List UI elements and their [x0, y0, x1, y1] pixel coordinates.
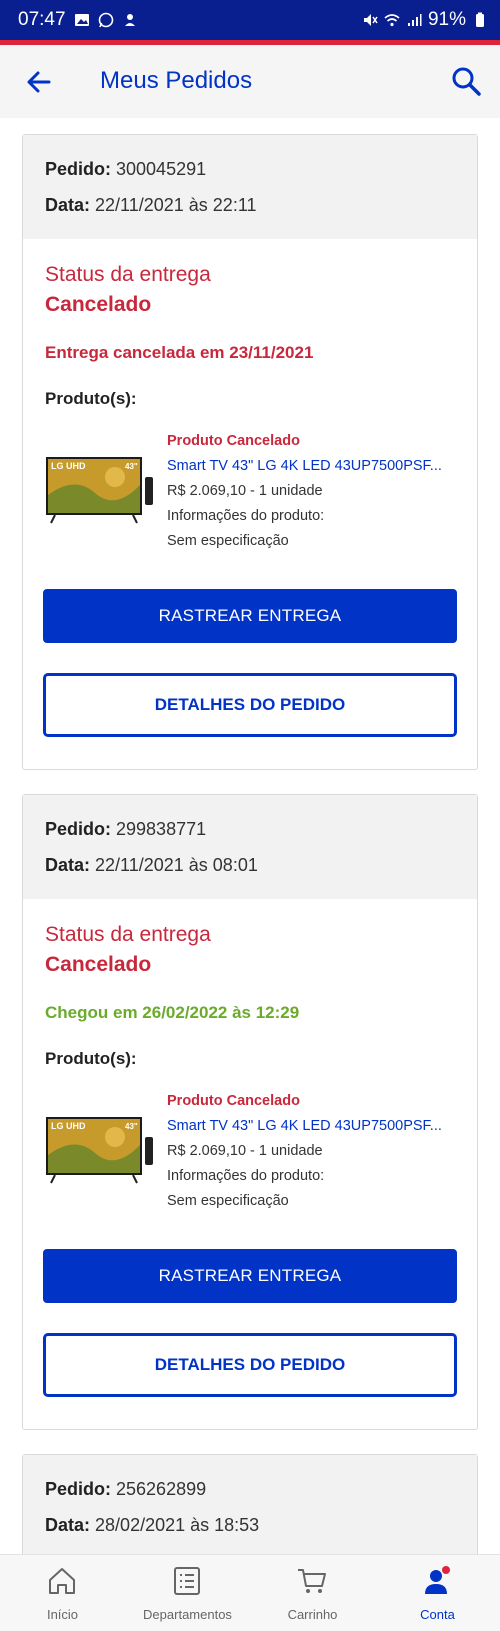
battery-icon	[476, 12, 484, 27]
order-date: 22/11/2021 às 08:01	[95, 855, 258, 875]
order-header: Pedido: 300045291 Data: 22/11/2021 às 22…	[23, 135, 477, 239]
product-info: Produto Cancelado Smart TV 43" LG 4K LED…	[167, 429, 457, 554]
battery-percent: 91%	[427, 9, 466, 30]
delivery-status-value: Cancelado	[45, 953, 152, 976]
order-details-button[interactable]: DETALHES DO PEDIDO	[43, 673, 457, 737]
nav-label: Carrinho	[287, 1607, 338, 1622]
svg-text:43": 43"	[125, 1122, 138, 1131]
order-number-label: Pedido:	[45, 1479, 111, 1499]
status-time: 07:47	[18, 9, 66, 30]
search-icon[interactable]	[450, 65, 482, 97]
order-header: Pedido: 299838771 Data: 22/11/2021 às 08…	[23, 795, 477, 899]
notification-icon	[124, 14, 135, 26]
nav-item-carrinho[interactable]: Carrinho	[250, 1555, 375, 1631]
product-state: Produto Cancelado	[167, 433, 300, 449]
order-date-label: Data:	[45, 855, 91, 875]
wifi-icon	[384, 14, 400, 27]
product-image: LG UHD 43"	[46, 1117, 153, 1184]
svg-text:LG UHD: LG UHD	[51, 1121, 86, 1131]
mute-icon	[363, 14, 378, 26]
nav-item-conta[interactable]: Conta	[375, 1555, 500, 1631]
whatsapp-icon	[98, 12, 113, 28]
track-delivery-button[interactable]: RASTREAR ENTREGA	[43, 589, 457, 643]
order-date-label: Data:	[45, 1515, 91, 1535]
app-bar: Meus Pedidos	[0, 45, 500, 118]
track-delivery-button[interactable]: RASTREAR ENTREGA	[43, 1249, 457, 1303]
gallery-icon	[74, 14, 89, 26]
product-info-label: Informações do produto:	[167, 508, 325, 524]
product-info-value: Sem especificação	[167, 533, 289, 549]
nav-label: Conta	[420, 1607, 455, 1622]
bottom-navigation: Início Departamentos Carrinho Conta	[0, 1554, 500, 1631]
product-state: Produto Cancelado	[167, 1093, 300, 1109]
order-date-label: Data:	[45, 195, 91, 215]
products-label: Produto(s):	[45, 1049, 137, 1068]
product-image: LG UHD 43"	[46, 457, 153, 524]
delivery-status-message: Chegou em 26/02/2022 às 12:29	[45, 1003, 300, 1022]
status-bar: 07:47 91%	[0, 0, 500, 40]
list-icon	[174, 1567, 200, 1595]
product-name-link[interactable]: Smart TV 43" LG 4K LED 43UP7500PSF...	[167, 454, 457, 479]
nav-label: Departamentos	[143, 1607, 232, 1622]
nav-item-departamentos[interactable]: Departamentos	[125, 1555, 250, 1631]
order-number-label: Pedido:	[45, 159, 111, 179]
product-price-qty: R$ 2.069,10 - 1 unidade	[167, 483, 323, 499]
product-info-label: Informações do produto:	[167, 1168, 325, 1184]
order-date: 22/11/2021 às 22:11	[95, 195, 257, 215]
product-info-value: Sem especificação	[167, 1193, 289, 1209]
home-icon	[49, 1568, 75, 1594]
order-number-label: Pedido:	[45, 819, 111, 839]
product-name-link[interactable]: Smart TV 43" LG 4K LED 43UP7500PSF...	[167, 1114, 457, 1139]
order-date: 28/02/2021 às 18:53	[95, 1515, 260, 1535]
back-arrow-icon[interactable]	[22, 65, 56, 99]
order-number: 299838771	[116, 819, 207, 839]
order-card: Pedido: 300045291 Data: 22/11/2021 às 22…	[22, 134, 478, 770]
order-card: Pedido: 256262899 Data: 28/02/2021 às 18…	[22, 1454, 478, 1554]
nav-item-inicio[interactable]: Início	[0, 1555, 125, 1631]
order-card: Pedido: 299838771 Data: 22/11/2021 às 08…	[22, 794, 478, 1430]
svg-text:43": 43"	[125, 462, 138, 471]
delivery-status-label: Status da entrega	[45, 923, 211, 946]
delivery-status-label: Status da entrega	[45, 263, 211, 286]
product-info: Produto Cancelado Smart TV 43" LG 4K LED…	[167, 1089, 457, 1214]
order-number: 300045291	[116, 159, 207, 179]
order-details-button[interactable]: DETALHES DO PEDIDO	[43, 1333, 457, 1397]
user-icon	[425, 1566, 450, 1594]
order-number: 256262899	[116, 1479, 207, 1499]
delivery-status-message: Entrega cancelada em 23/11/2021	[45, 343, 314, 362]
delivery-status-value: Cancelado	[45, 293, 152, 316]
orders-list[interactable]: Pedido: 300045291 Data: 22/11/2021 às 22…	[0, 118, 500, 1554]
nav-label: Início	[46, 1607, 79, 1622]
product-price-qty: R$ 2.069,10 - 1 unidade	[167, 1143, 323, 1159]
page-title: Meus Pedidos	[100, 67, 253, 94]
order-header: Pedido: 256262899 Data: 28/02/2021 às 18…	[23, 1455, 477, 1554]
cart-icon	[298, 1569, 326, 1593]
signal-icon	[407, 14, 422, 26]
products-label: Produto(s):	[45, 389, 137, 408]
svg-text:LG UHD: LG UHD	[51, 461, 86, 471]
